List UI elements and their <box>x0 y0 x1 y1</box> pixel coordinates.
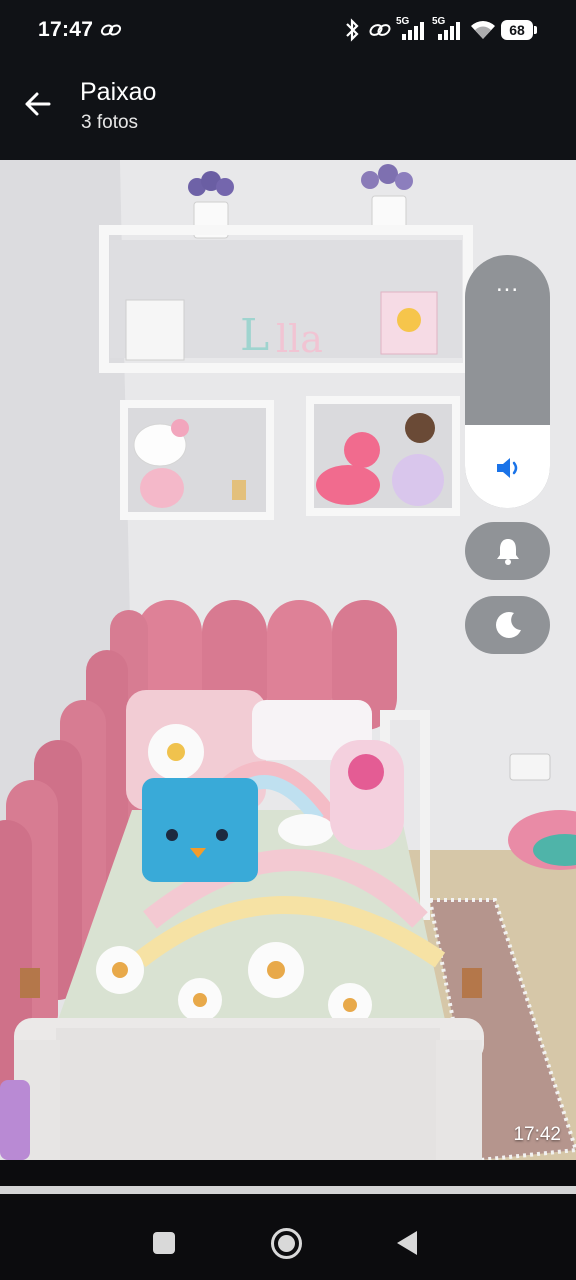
wifi-icon <box>471 21 495 39</box>
bluetooth-icon <box>346 18 359 42</box>
hotspot-icon <box>369 24 391 36</box>
back-icon[interactable] <box>397 1231 417 1255</box>
volume-slider[interactable]: ... <box>465 255 550 508</box>
back-button[interactable] <box>16 82 60 126</box>
link-icon <box>100 24 122 36</box>
battery-icon: 68 <box>501 20 533 40</box>
system-nav-bar <box>0 1208 576 1280</box>
svg-text:lla: lla <box>276 317 323 361</box>
speaker-icon[interactable] <box>493 452 525 484</box>
recents-icon[interactable] <box>153 1232 175 1254</box>
divider <box>0 1186 576 1194</box>
moon-icon <box>496 612 521 638</box>
bell-icon <box>497 539 519 565</box>
status-bar: 17:47 5G 5G 68 <box>0 0 576 60</box>
photo-count: 3 fotos <box>81 112 139 133</box>
signal-icon <box>402 22 424 40</box>
battery-level: 68 <box>509 22 525 38</box>
thumbnail-strip <box>0 1160 576 1208</box>
status-time: 17:47 <box>38 18 94 41</box>
more-options-button[interactable]: ... <box>465 272 550 296</box>
album-title: Paixao <box>80 78 157 106</box>
signal-icon <box>438 22 460 40</box>
ring-mode-button[interactable] <box>465 522 550 580</box>
arrow-left-icon <box>25 92 51 116</box>
svg-text:L: L <box>240 310 269 361</box>
do-not-disturb-button[interactable] <box>465 596 550 654</box>
app-bar: Paixao 3 fotos <box>0 60 576 160</box>
home-icon[interactable] <box>271 1228 302 1259</box>
battery-tip <box>534 26 537 34</box>
photo-timestamp: 17:42 <box>513 1124 561 1145</box>
